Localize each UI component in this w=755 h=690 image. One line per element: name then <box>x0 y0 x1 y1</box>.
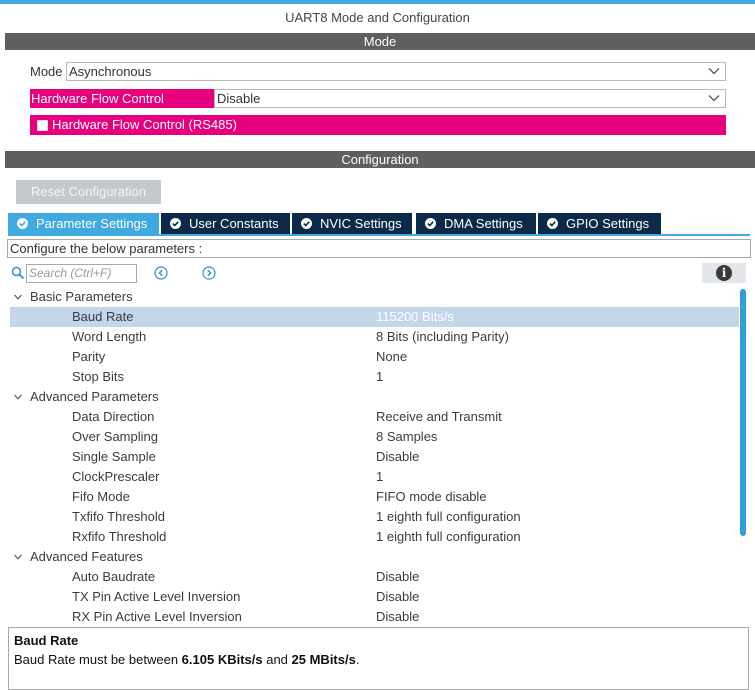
hfc-rs485-label: Hardware Flow Control (RS485) <box>52 117 237 132</box>
tab-label: DMA Settings <box>444 216 523 231</box>
description-min: 6.105 KBits/s <box>181 652 263 667</box>
group-label: Advanced Parameters <box>30 389 159 404</box>
param-name: Rxfifo Threshold <box>72 529 167 544</box>
configure-instructions: Configure the below parameters : <box>7 239 751 258</box>
tab-label: GPIO Settings <box>566 216 650 231</box>
hfc-rs232-select[interactable]: Disable <box>214 89 726 108</box>
description-middle: and <box>262 652 292 667</box>
chevron-down-icon <box>708 95 720 102</box>
description-prefix: Baud Rate must be between <box>14 652 182 667</box>
hfc-rs232-label: Hardware Flow Control (RS232) <box>30 89 214 125</box>
param-value[interactable]: 8 Samples <box>376 427 437 447</box>
param-row-rxfifo-threshold[interactable]: Rxfifo Threshold 1 eighth full configura… <box>10 527 739 547</box>
chevron-down-icon[interactable] <box>13 552 23 562</box>
tab-dma-settings[interactable]: DMA Settings <box>416 213 536 234</box>
param-row-tx-pin-inversion[interactable]: TX Pin Active Level Inversion Disable <box>10 587 739 607</box>
mode-select-value: Asynchronous <box>69 64 152 79</box>
param-name: Over Sampling <box>72 429 158 444</box>
param-value[interactable]: 1 <box>376 367 383 387</box>
check-circle-icon <box>547 218 558 229</box>
hfc-rs232-select-value: Disable <box>217 91 261 106</box>
check-circle-icon <box>425 218 436 229</box>
param-name: Data Direction <box>72 409 155 424</box>
tab-gpio-settings[interactable]: GPIO Settings <box>538 213 661 234</box>
configuration-section-header: Configuration <box>5 151 755 168</box>
param-value[interactable]: 1 eighth full configuration <box>376 507 521 527</box>
group-advanced-features[interactable]: Advanced Features <box>10 547 739 567</box>
window-title: UART8 Mode and Configuration <box>285 10 470 25</box>
parameter-tree: Basic Parameters Baud Rate 115200 Bits/s… <box>10 287 739 625</box>
description-panel: Baud Rate Baud Rate must be between 6.10… <box>8 627 749 690</box>
param-row-baud-rate[interactable]: Baud Rate 115200 Bits/s <box>10 307 739 327</box>
param-value[interactable]: 8 Bits (including Parity) <box>376 327 509 347</box>
description-suffix: . <box>355 652 360 667</box>
description-max: 25 MBits/s <box>291 652 356 667</box>
mode-section-header: Mode <box>5 33 755 50</box>
param-value[interactable]: Disable <box>376 607 419 625</box>
param-row-word-length[interactable]: Word Length 8 Bits (including Parity) <box>10 327 739 347</box>
param-row-stop-bits[interactable]: Stop Bits 1 <box>10 367 739 387</box>
info-button[interactable]: i <box>702 263 746 283</box>
param-row-single-sample[interactable]: Single Sample Disable <box>10 447 739 467</box>
group-label: Advanced Features <box>30 549 143 564</box>
description-text: Baud Rate must be between 6.105 KBits/s … <box>14 652 359 667</box>
param-name: Parity <box>72 349 106 364</box>
param-name: ClockPrescaler <box>72 469 160 484</box>
chevron-right-circle-icon[interactable] <box>202 266 216 280</box>
tab-label: User Constants <box>189 216 279 231</box>
param-value[interactable]: Receive and Transmit <box>376 407 502 427</box>
mode-label: Mode <box>30 64 63 79</box>
param-name: TX Pin Active Level Inversion <box>72 589 241 604</box>
mode-select[interactable]: Asynchronous <box>66 62 726 81</box>
tab-label: Parameter Settings <box>36 216 148 231</box>
param-row-clock-prescaler[interactable]: ClockPrescaler 1 <box>10 467 739 487</box>
reset-configuration-button[interactable]: Reset Configuration <box>16 180 161 204</box>
chevron-down-icon <box>708 68 720 75</box>
param-name: Stop Bits <box>72 369 125 384</box>
info-icon: i <box>716 265 732 281</box>
param-value[interactable]: None <box>376 347 407 367</box>
param-row-parity[interactable]: Parity None <box>10 347 739 367</box>
param-value[interactable]: FIFO mode disable <box>376 487 487 507</box>
param-name: Auto Baudrate <box>72 569 156 584</box>
check-circle-icon <box>301 218 312 229</box>
check-circle-icon <box>170 218 181 229</box>
param-name: Word Length <box>72 329 147 344</box>
chevron-down-icon[interactable] <box>13 292 23 302</box>
description-title: Baud Rate <box>14 633 79 648</box>
tab-label: NVIC Settings <box>320 216 402 231</box>
search-input[interactable]: Search (Ctrl+F) <box>26 264 137 283</box>
param-row-data-direction[interactable]: Data Direction Receive and Transmit <box>10 407 739 427</box>
param-name: Baud Rate <box>72 309 134 324</box>
param-value[interactable]: Disable <box>376 567 419 587</box>
param-value[interactable]: 1 <box>376 467 383 487</box>
param-name: Single Sample <box>72 449 156 464</box>
tab-nvic-settings[interactable]: NVIC Settings <box>292 213 412 234</box>
hfc-rs485-row[interactable]: Hardware Flow Control (RS485) <box>30 115 726 135</box>
param-row-over-sampling[interactable]: Over Sampling 8 Samples <box>10 427 739 447</box>
param-value[interactable]: Disable <box>376 447 419 467</box>
chevron-left-circle-icon[interactable] <box>154 266 168 280</box>
group-basic-parameters[interactable]: Basic Parameters <box>10 287 739 307</box>
param-row-auto-baudrate[interactable]: Auto Baudrate Disable <box>10 567 739 587</box>
check-circle-icon <box>17 218 28 229</box>
hfc-rs485-checkbox[interactable] <box>37 120 48 131</box>
param-value[interactable]: 1 eighth full configuration <box>376 527 521 547</box>
tab-parameter-settings[interactable]: Parameter Settings <box>8 213 159 234</box>
tree-scrollbar-thumb[interactable] <box>740 289 746 536</box>
search-icon <box>11 266 25 280</box>
param-row-txfifo-threshold[interactable]: Txfifo Threshold 1 eighth full configura… <box>10 507 739 527</box>
param-row-rx-pin-inversion[interactable]: RX Pin Active Level Inversion Disable <box>10 607 739 625</box>
group-label: Basic Parameters <box>30 289 133 304</box>
tab-underline <box>8 234 750 236</box>
param-name: RX Pin Active Level Inversion <box>72 609 242 624</box>
param-value[interactable]: Disable <box>376 587 419 607</box>
param-name: Txfifo Threshold <box>72 509 165 524</box>
group-advanced-parameters[interactable]: Advanced Parameters <box>10 387 739 407</box>
param-name: Fifo Mode <box>72 489 130 504</box>
param-row-fifo-mode[interactable]: Fifo Mode FIFO mode disable <box>10 487 739 507</box>
param-value[interactable]: 115200 Bits/s <box>376 307 454 327</box>
tab-user-constants[interactable]: User Constants <box>161 213 290 234</box>
chevron-down-icon[interactable] <box>13 392 23 402</box>
